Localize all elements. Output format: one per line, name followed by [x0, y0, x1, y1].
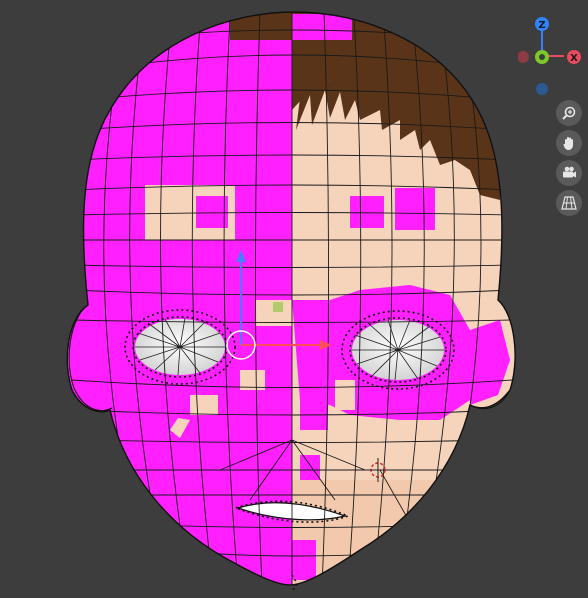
3d-viewport[interactable]: Z X — [0, 0, 588, 598]
perspective-toggle-button[interactable] — [556, 190, 582, 216]
pan-button[interactable] — [556, 130, 582, 156]
camera-view-button[interactable] — [556, 160, 582, 186]
camera-icon — [563, 166, 576, 178]
navigation-gizmo[interactable]: Z X — [518, 0, 588, 100]
zoom-button[interactable] — [556, 100, 582, 126]
gizmo-neg-z-axis[interactable] — [536, 83, 548, 95]
zoom-icon — [562, 106, 576, 120]
svg-text:Z: Z — [538, 20, 545, 31]
gizmo-neg-x-axis[interactable] — [518, 51, 529, 63]
head-mesh-scene[interactable] — [0, 0, 588, 598]
hand-pan-icon — [563, 137, 573, 150]
grid-perspective-icon — [561, 196, 577, 210]
svg-text:X: X — [570, 53, 578, 64]
